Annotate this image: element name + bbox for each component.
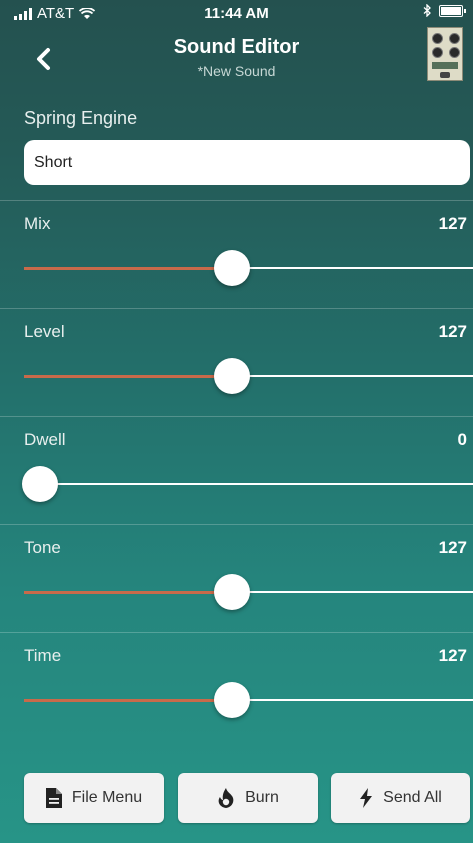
param-label: Time [24,646,62,665]
param-value: 127 [438,538,467,557]
lightning-icon [360,788,373,808]
status-time: 11:44 AM [204,5,269,22]
slider-thumb[interactable] [214,682,250,718]
slider-thumb[interactable] [214,250,250,286]
param-mix: Mix 127 [0,200,473,308]
slider-thumb[interactable] [214,574,250,610]
send-all-button[interactable]: Send All [331,773,470,823]
burn-button[interactable]: Burn [178,773,318,823]
flame-icon [218,788,234,808]
page-subtitle: *New Sound [197,63,276,79]
status-right [423,4,466,17]
document-icon [45,788,62,808]
send-all-label: Send All [383,789,442,806]
param-label: Dwell [24,430,66,449]
param-tone: Tone 127 [0,524,473,632]
param-value: 127 [438,646,467,665]
sound-editor-screen: AT&T 11:44 AM Sound Editor *New Sound Sp… [0,0,473,843]
param-label: Tone [24,538,61,557]
bluetooth-icon [423,4,431,17]
slider-thumb[interactable] [214,358,250,394]
bottom-toolbar: File Menu Burn Send All [0,765,473,843]
file-menu-label: File Menu [71,789,143,806]
param-label: Mix [24,214,51,233]
slider-fill [24,267,232,270]
slider-track[interactable] [24,483,473,486]
slider-fill [24,375,232,378]
slider-thumb[interactable] [22,466,58,502]
slider-fill [24,591,232,594]
param-value: 127 [438,214,467,233]
param-dwell: Dwell 0 [0,416,473,524]
engine-label: Spring Engine [24,108,138,128]
param-value: 127 [438,322,467,341]
status-bar: AT&T 11:44 AM [0,0,473,26]
param-value: 0 [457,430,467,449]
file-menu-button[interactable]: File Menu [24,773,164,823]
param-level: Level 127 [0,308,473,416]
burn-label: Burn [245,789,279,806]
page-title: Sound Editor [173,36,300,58]
engine-select[interactable]: Short [24,140,470,185]
param-label: Level [24,322,65,341]
battery-icon [439,4,466,17]
slider-fill [24,699,232,702]
pedal-thumbnail[interactable] [427,27,463,81]
param-time: Time 127 [0,632,473,740]
